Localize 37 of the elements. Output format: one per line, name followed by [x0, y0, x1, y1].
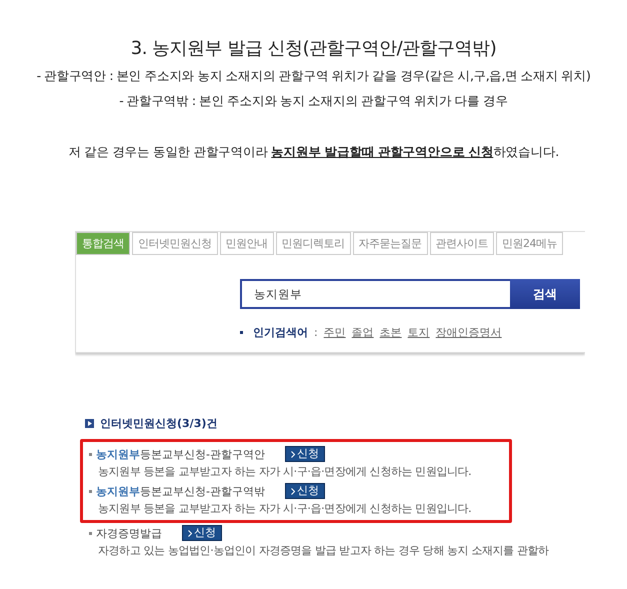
popular-label: 인기검색어 [253, 325, 308, 340]
bullet-icon [89, 452, 92, 456]
result-description: 농지원부 등본을 교부받고자 하는 자가 시·구·읍·면장에게 신청하는 민원입니다. [97, 464, 472, 479]
result-title[interactable]: 농지원부등본교부신청-관할구역밖 [96, 484, 265, 498]
search-tab[interactable]: 자주묻는질문 [352, 232, 428, 255]
apply-button[interactable]: 신청 [182, 525, 222, 541]
results-heading: 인터넷민원신청(3/3)건 [100, 416, 218, 431]
chevron-icon [290, 450, 295, 458]
separator-text: : [314, 326, 318, 339]
bullet-icon [89, 532, 92, 534]
keyword-link[interactable]: 토지 [408, 325, 430, 340]
keyword-link[interactable]: 졸업 [352, 325, 374, 340]
note-text: - 관할구역안 : 본인 주소지와 농지 소재지의 관할구역 위치가 같을 경우(같은 시,구,읍,면 소재지 위치) [36, 68, 590, 85]
result-description: 자경하고 있는 농업법인·농업인이 자경증명을 발급 받고자 하는 경우 당해 농지 소재지를 관할하 [97, 543, 550, 558]
search-tab[interactable]: 인터넷민원신청 [132, 232, 218, 255]
result-title[interactable]: 농지원부등본교부신청-관할구역안 [96, 446, 265, 462]
keyword-link[interactable]: 장애인증명서 [436, 325, 502, 340]
chevron-icon [188, 530, 192, 536]
note-text: - 관할구역밖 : 본인 주소지와 농지 소재지의 관할구역 위치가 다를 경우 [119, 93, 508, 110]
search-button[interactable]: 검색 [510, 279, 580, 309]
section-heading: 3. 농지원부 발급 신청(관할구역안/관할구역밖) [130, 37, 496, 60]
search-field[interactable]: 농지원부 [240, 279, 510, 309]
search-tab[interactable]: 관련사이트 [430, 232, 494, 255]
remark-text: 저 같은 경우는 동일한 관할구역이라 농지원부 발급할때 관할구역안으로 신청하였습니다. [68, 144, 559, 161]
result-description: 농지원부 등본을 교부받고자 하는 자가 시·구·읍·면장에게 신청하는 민원입니다. [97, 501, 472, 516]
search-tab[interactable]: 민원디렉토리 [276, 232, 350, 255]
result-title[interactable]: 자경증명발급 [96, 526, 162, 540]
square-icon [85, 419, 94, 428]
chevron-icon [290, 488, 295, 494]
search-tab[interactable]: 민원24메뉴 [496, 232, 563, 255]
bullet-icon [240, 331, 243, 334]
keyword-link[interactable]: 초본 [380, 325, 402, 340]
bullet-icon [89, 490, 92, 492]
apply-button[interactable]: 신청 [284, 483, 325, 499]
keyword-link[interactable]: 주민 [324, 325, 346, 340]
search-tab[interactable]: 민원안내 [220, 232, 274, 255]
apply-button[interactable]: 신청 [284, 446, 325, 462]
